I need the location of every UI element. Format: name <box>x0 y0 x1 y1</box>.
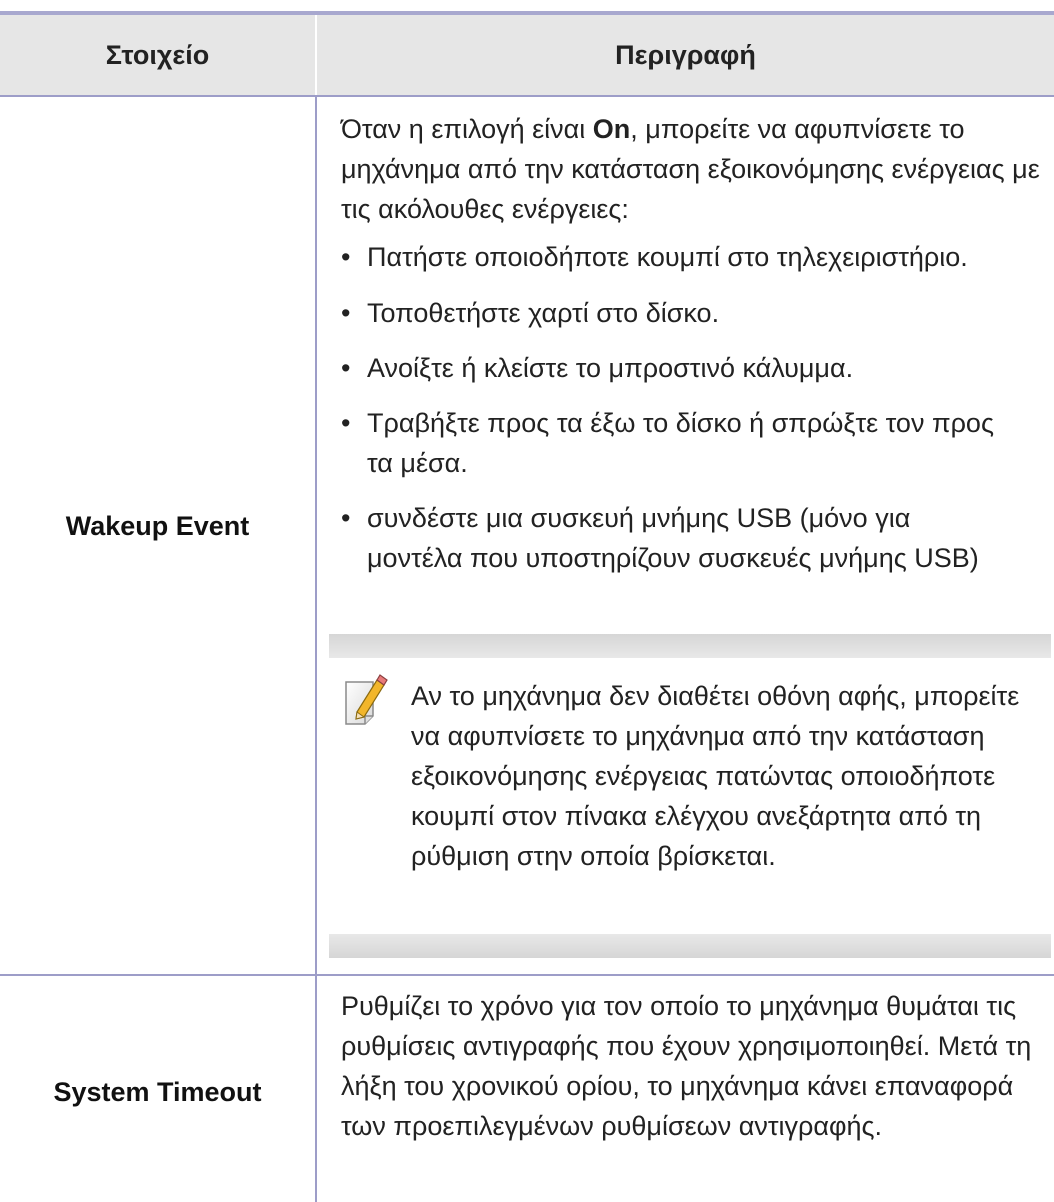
row-rule <box>0 974 1054 976</box>
note-text: Αν το μηχάνημα δεν διαθέτει οθόνη αφής, … <box>411 681 1020 871</box>
bullet-marker: • <box>341 298 351 328</box>
bullet-marker: • <box>341 503 351 533</box>
row-label-system-timeout: System Timeout <box>53 1077 262 1107</box>
intro-on-value: On <box>592 114 631 144</box>
bullet-item: Ανοίξτε ή κλείστε το μπροστινό κάλυμμα. <box>367 353 854 383</box>
bullet-item: Τραβήξτε προς τα έξω το δίσκο ή σπρώξτε … <box>367 408 994 478</box>
wakeup-intro: Όταν η επιλογή είναι On, μπορείτε να αφυ… <box>341 109 1051 229</box>
bullet-item: Τοποθετήστε χαρτί στο δίσκο. <box>367 298 720 328</box>
column-divider <box>315 97 317 1202</box>
note-bottom-band <box>329 934 1051 958</box>
row-label-wakeup-event: Wakeup Event <box>65 511 250 541</box>
bullet-marker: • <box>341 408 351 438</box>
header-description: Περιγραφή <box>317 15 1054 95</box>
bullet-marker: • <box>341 242 351 272</box>
header-item: Στοιχείο <box>0 15 315 95</box>
bullet-item: συνδέστε μια συσκευή μνήμης USB (μόνο γι… <box>367 503 979 573</box>
note-box: Αν το μηχάνημα δεν διαθέτει οθόνη αφής, … <box>329 634 1051 958</box>
note-pencil-icon <box>343 674 389 726</box>
bullet-marker: • <box>341 353 351 383</box>
bullet-item: Πατήστε οποιοδήποτε κουμπί στο τηλεχειρι… <box>367 242 968 272</box>
system-timeout-description: Ρυθμίζει το χρόνο για τον οποίο το μηχάν… <box>341 991 1032 1141</box>
intro-text-before: Όταν η επιλογή είναι <box>341 114 593 144</box>
note-top-band <box>329 634 1051 658</box>
header-rule <box>0 95 1054 97</box>
